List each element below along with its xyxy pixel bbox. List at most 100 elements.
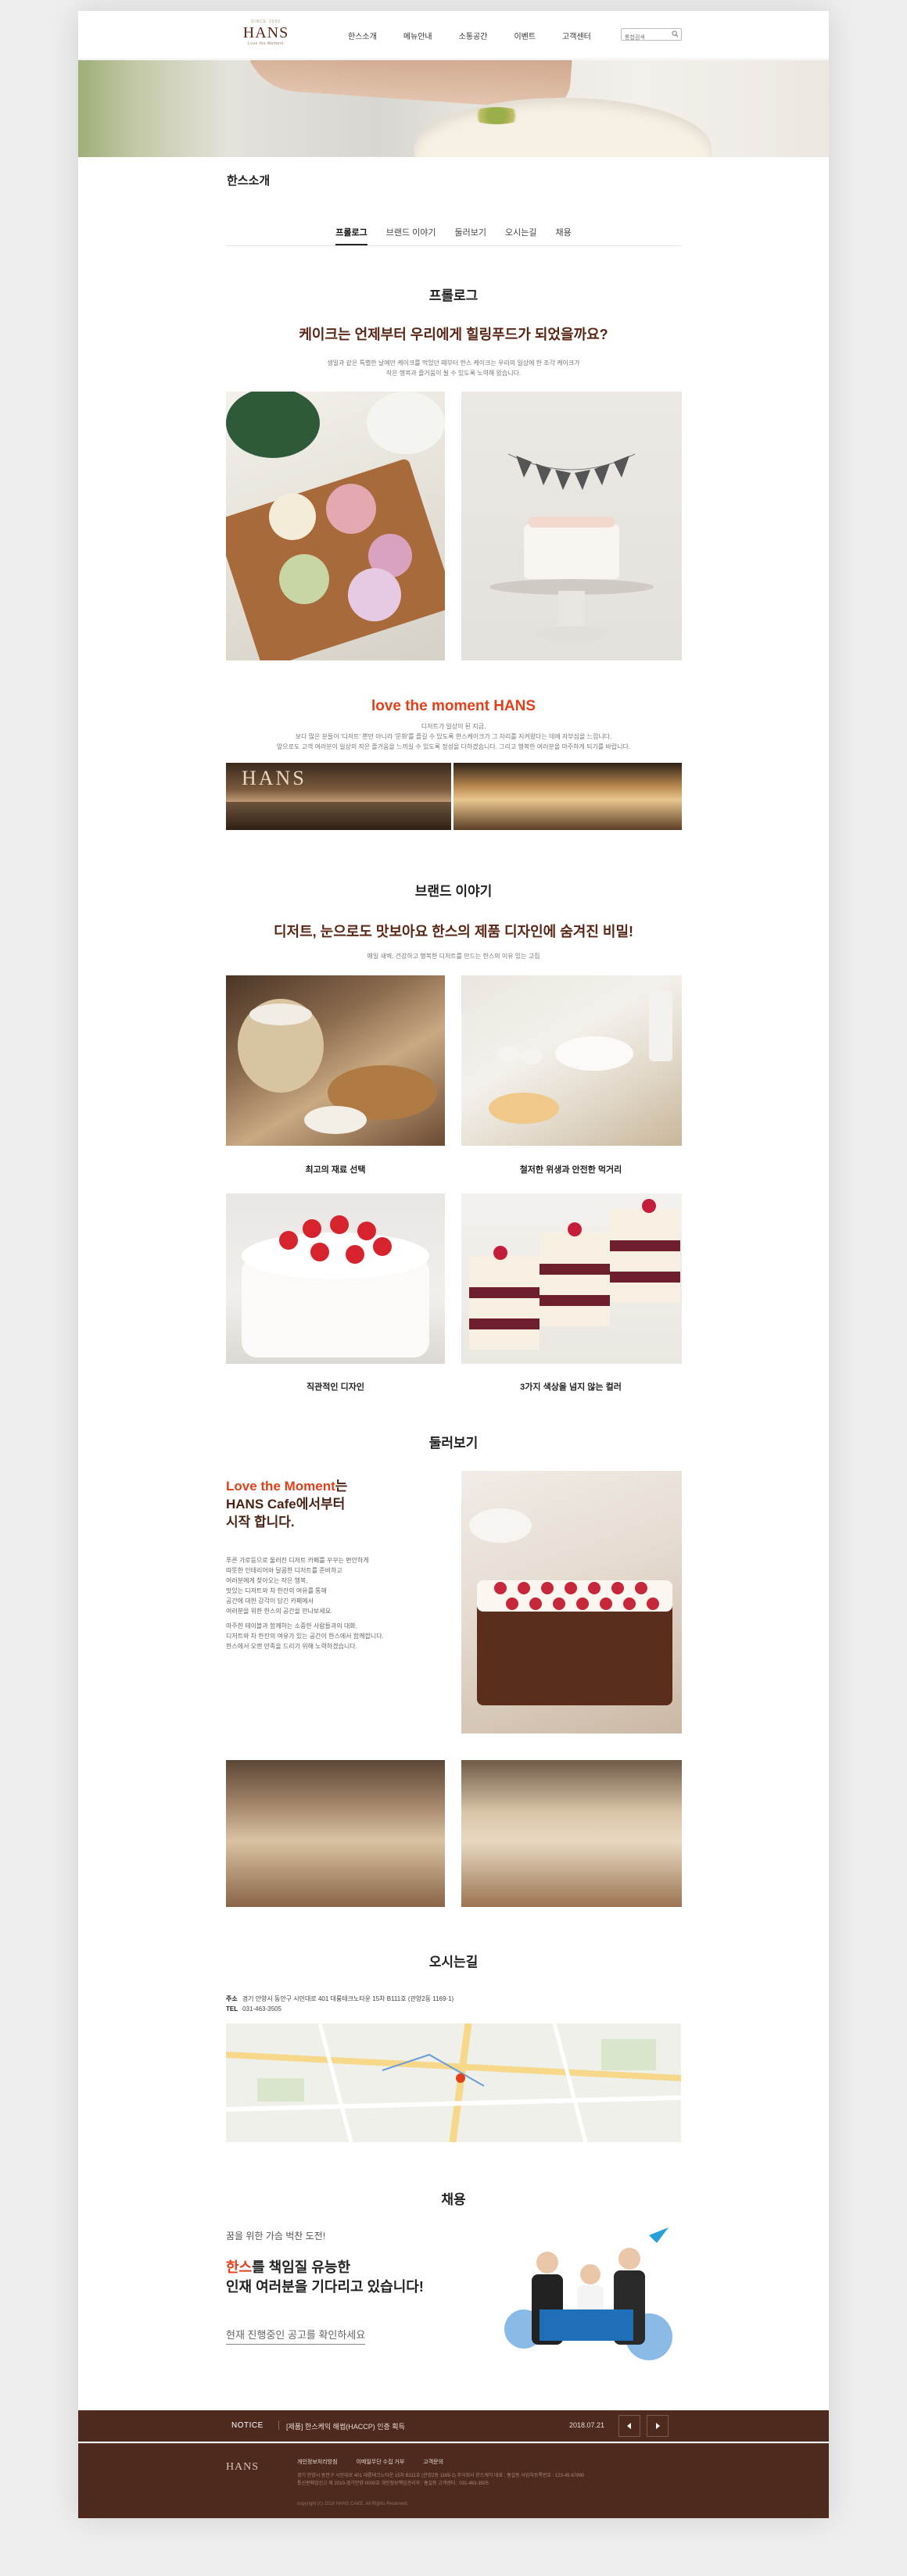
header: SINCE 1990 HANS Love the Moment 한스소개 메뉴안… bbox=[78, 11, 829, 59]
tour-text-line: 따뜻한 인테리어와 달콤한 디저트를 준비하고 bbox=[226, 1567, 342, 1574]
eggs-milk-image bbox=[461, 975, 682, 1146]
nav-item-menu[interactable]: 메뉴안내 bbox=[403, 30, 432, 41]
main-nav: 한스소개 메뉴안내 소통공간 이벤트 고객센터 bbox=[348, 30, 618, 41]
love-the-moment-title: love the moment HANS bbox=[78, 698, 829, 715]
address-text: 경기 안양시 동안구 시민대로 401 대륭테크노타운 15차 B111호 (관… bbox=[242, 1995, 454, 2002]
tour-text-line: 디저트와 차 한잔의 여유가 있는 공간이 한스에서 함께합니다. bbox=[226, 1633, 384, 1640]
arrow-left-icon bbox=[627, 2423, 631, 2429]
prologue-headline: 케이크는 언제부터 우리에게 힐링푸드가 되었을까요? bbox=[299, 327, 608, 342]
footer-links: 개인정보처리방침 이메일무단 수집 거부 고객문의 bbox=[297, 2458, 461, 2466]
succulent-cupcakes-image bbox=[226, 392, 445, 660]
tour-text-line: 푸른 가로등으로 둘러진 디저트 카페를 꾸꾸는 편안하게 bbox=[226, 1557, 369, 1564]
logo[interactable]: SINCE 1990 HANS Love the Moment bbox=[235, 20, 297, 46]
notice-prev-button[interactable] bbox=[618, 2415, 640, 2437]
page: SINCE 1990 HANS Love the Moment 한스소개 메뉴안… bbox=[78, 11, 829, 2518]
caption-design: 직관적인 디자인 bbox=[307, 1383, 364, 1392]
nav-item-event[interactable]: 이벤트 bbox=[514, 30, 536, 41]
tab-location[interactable]: 오시는길 bbox=[505, 226, 536, 244]
search-input[interactable] bbox=[622, 32, 669, 44]
tour-text-line: 한스에서 오랜 만족을 드리기 위해 노력하겠습니다. bbox=[226, 1643, 357, 1650]
nav-item-about[interactable]: 한스소개 bbox=[348, 30, 377, 41]
notice-divider bbox=[278, 2420, 279, 2430]
moment-brand: HANS bbox=[493, 698, 536, 714]
layer-cake-slices-image bbox=[461, 1193, 682, 1364]
hero-cake-image bbox=[414, 98, 712, 157]
tour-headline: Love the Moment는 HANS Cafe에서부터 시작 합니다. bbox=[226, 1477, 347, 1531]
search-icon[interactable] bbox=[672, 30, 679, 38]
address-label: 주소 bbox=[226, 1995, 238, 2002]
recruit-head-red: 한스 bbox=[226, 2259, 253, 2275]
tab-brand-story[interactable]: 브랜드 이야기 bbox=[386, 226, 436, 244]
recruit-notice-link[interactable]: 현재 진행중인 공고를 확인하세요 bbox=[226, 2327, 366, 2345]
store-interior-image bbox=[454, 763, 682, 830]
footer-info-line: 통신판매업신고 제 2010-경기안양-0000호 개인정보책임관리자 : 홍길… bbox=[297, 2481, 489, 2486]
tab-tour[interactable]: 둘러보기 bbox=[455, 226, 486, 244]
flour-bread-image bbox=[226, 975, 445, 1146]
footer-info: 경기 안양시 동안구 시민대로 401 대륭테크노타운 15차 B111호 (관… bbox=[297, 2472, 626, 2488]
strawberry-cake-image bbox=[226, 1193, 445, 1364]
tour-head-red: Love the Moment bbox=[226, 1479, 335, 1494]
caption-colors: 3가지 색상을 넘지 않는 컬러 bbox=[520, 1383, 622, 1392]
logo-name: HANS bbox=[242, 24, 289, 41]
caption-ingredients: 최고의 재료 선택 bbox=[305, 1165, 366, 1175]
footer-link-contact[interactable]: 고객문의 bbox=[423, 2460, 443, 2465]
notice-date: 2018.07.21 bbox=[569, 2421, 605, 2429]
cafe-interior-left-image bbox=[226, 1760, 445, 1907]
hero-banner bbox=[78, 60, 829, 157]
moment-desc-1: 디저트가 일상이 된 지금, bbox=[421, 723, 486, 730]
prologue-desc-2: 작은 행복과 즐거움이 될 수 있도록 노력해 왔습니다. bbox=[385, 370, 522, 377]
footer-logo-name: HANS bbox=[225, 2461, 260, 2473]
tour-head-2: HANS Cafe에서부터 bbox=[226, 1497, 346, 1512]
tour-head-3: 시작 합니다. bbox=[226, 1515, 295, 1530]
prologue-desc-1: 생일과 같은 특별한 날에만 케이크를 먹었던 때부터 한스 케이크는 우리의 … bbox=[327, 360, 580, 367]
footer: HANS 개인정보처리방침 이메일무단 수집 거부 고객문의 경기 안양시 동안… bbox=[78, 2443, 829, 2518]
footer-logo: HANS bbox=[219, 2461, 266, 2474]
recruit-headline: 한스를 책임질 유능한 인재 여러분을 기다리고 있습니다! bbox=[226, 2258, 424, 2297]
tel-text: 031-463-3505 bbox=[242, 2005, 281, 2012]
tel-label: TEL bbox=[226, 2005, 238, 2012]
logo-sub: Love the Moment bbox=[247, 41, 285, 46]
tour-head-1: 는 bbox=[335, 1479, 348, 1494]
moment-desc-2: 보다 많은 분들이 '디저트' 뿐만 아니라 '문화'를 즐길 수 있도록 한스… bbox=[295, 733, 612, 740]
nav-item-community[interactable]: 소통공간 bbox=[459, 30, 488, 41]
search-box bbox=[621, 28, 682, 44]
brand-headline: 디저트, 눈으로도 맛보아요 한스의 제품 디자인에 숨겨진 비밀! bbox=[274, 924, 633, 939]
tab-recruit[interactable]: 채용 bbox=[555, 226, 571, 244]
address-line: 주소 경기 안양시 동안구 시민대로 401 대륭테크노타운 15차 B111호 … bbox=[226, 1995, 454, 2003]
brand-desc: 매일 새벽, 건강하고 행복한 디저트를 만드는 한스의 이유 있는 고집 bbox=[367, 953, 540, 960]
recruit-people-illustration bbox=[493, 2220, 680, 2364]
tour-text-line: 마주한 테이블과 함께하는 소중한 사람들과의 대화, bbox=[226, 1623, 357, 1630]
brand-title: 브랜드 이야기 bbox=[414, 884, 493, 899]
moment-desc-3: 앞으로도 고객 여러분이 일상의 작은 즐거움을 느끼실 수 있도록 정성을 다… bbox=[276, 743, 631, 750]
moment-prefix: love the moment bbox=[371, 698, 489, 714]
footer-link-privacy[interactable]: 개인정보처리방침 bbox=[297, 2460, 338, 2465]
tour-text-line: 여러분을 위한 한스의 공간을 만나보세요. bbox=[226, 1608, 333, 1615]
notice-label: NOTICE bbox=[231, 2421, 263, 2430]
tour-text: 푸른 가로등으로 둘러진 디저트 카페를 꾸꾸는 편안하게 따뜻한 인테리어와 … bbox=[226, 1555, 437, 1651]
cafe-interior-right-image bbox=[461, 1760, 682, 1907]
arrow-right-icon bbox=[656, 2423, 660, 2429]
nav-item-support[interactable]: 고객센터 bbox=[562, 30, 591, 41]
tel-line: TEL 031-463-3505 bbox=[226, 2005, 281, 2012]
tour-text-line: 여러분에게 찾아오는 작은 행복, bbox=[226, 1577, 308, 1584]
page-title: 한스소개 bbox=[227, 174, 271, 188]
caption-hygiene: 철저한 위생과 안전한 먹거리 bbox=[519, 1165, 622, 1175]
sub-tabs: 프롤로그 브랜드 이야기 둘러보기 오시는길 채용 bbox=[226, 226, 681, 246]
svg-text:HANS: HANS bbox=[242, 767, 307, 789]
notice-next-button[interactable] bbox=[647, 2415, 669, 2437]
location-map[interactable] bbox=[226, 2023, 681, 2142]
store-front-image: HANS bbox=[226, 763, 451, 830]
hero-pistachio-image bbox=[469, 107, 524, 124]
notice-bar: NOTICE [제품] 한스케익 해썹(HACCP) 인증 획득 2018.07… bbox=[78, 2410, 829, 2442]
prologue-title: 프롤로그 bbox=[428, 288, 479, 303]
location-title: 오시는길 bbox=[428, 1955, 479, 1970]
recruit-sub: 꿈을 위한 가슴 벅찬 도전! bbox=[226, 2231, 326, 2241]
footer-link-email[interactable]: 이메일무단 수집 거부 bbox=[356, 2460, 404, 2465]
footer-info-line: 경기 안양시 동안구 시민대로 401 대륭테크노타운 15차 B111호 (관… bbox=[297, 2474, 585, 2478]
tour-text-line: 공간에 대한 감각이 담긴 카페에서 bbox=[226, 1597, 314, 1605]
tour-text-line: 맛있는 디저트와 차 한잔의 여유를 통해 bbox=[226, 1587, 327, 1594]
footer-copyright: copyright (c) 2018 HANS CAKE. All Rights… bbox=[297, 2502, 408, 2506]
notice-text[interactable]: [제품] 한스케익 해썹(HACCP) 인증 획득 bbox=[286, 2421, 405, 2431]
tab-prologue[interactable]: 프롤로그 bbox=[335, 226, 367, 245]
recruit-title: 채용 bbox=[441, 2192, 466, 2207]
